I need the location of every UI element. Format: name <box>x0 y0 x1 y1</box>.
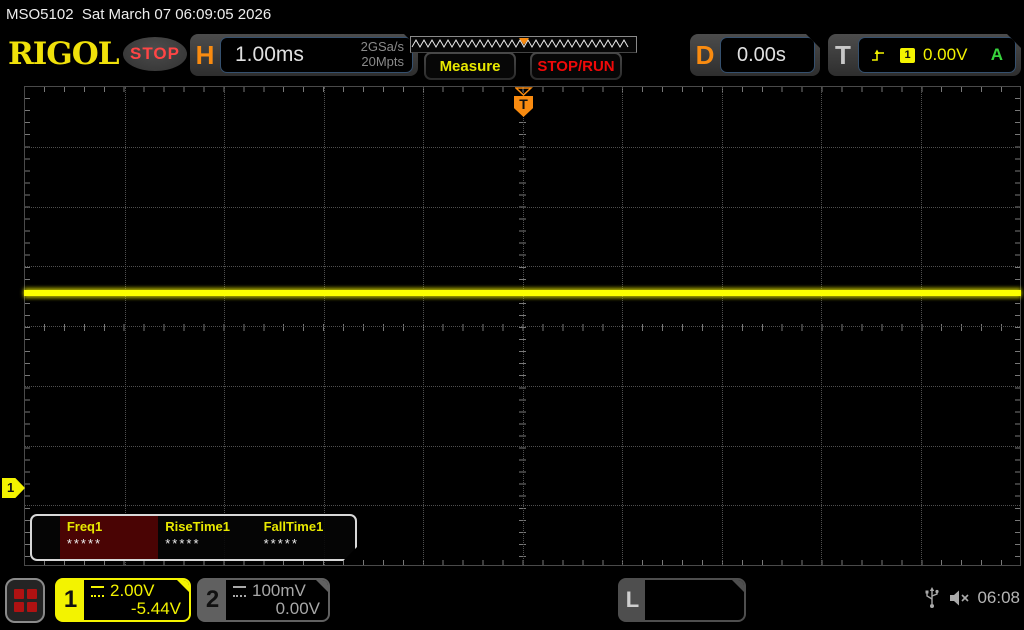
dc-coupling-icon <box>91 585 104 597</box>
channel1-ground-marker[interactable]: 1 <box>2 478 25 498</box>
horizontal-settings-button[interactable]: H 1.00ms 2GSa/s 20Mpts <box>190 34 418 76</box>
channel1-number: 1 <box>63 586 78 613</box>
gridline-horizontal <box>25 445 1020 447</box>
measurement-label: Freq1 <box>66 519 103 534</box>
trigger-settings-button[interactable]: T 1 0.00V A <box>828 34 1021 76</box>
corner-notch <box>316 580 328 592</box>
trigger-position-triangle-icon <box>515 87 533 96</box>
run-state-badge[interactable]: STOP <box>123 37 187 71</box>
channel1-offset: -5.44V <box>130 599 181 618</box>
measure-button-label: Measure <box>426 54 514 78</box>
measurement-value: ***** <box>66 536 103 551</box>
logic-channels-badge[interactable]: L 0 1 2 3 4 5 6 7 8 9 1011 12131415 <box>618 578 746 622</box>
graticule <box>24 86 1021 566</box>
corner-notch <box>732 580 744 592</box>
clock: 06:08 <box>977 588 1020 607</box>
measurement-label: RiseTime1 <box>165 519 230 534</box>
trigger-source-badge: 1 <box>900 48 915 63</box>
speaker-muted-icon <box>950 590 969 606</box>
measurement-results-panel: Freq1 ***** RiseTime1 ***** FallTime1 **… <box>30 514 357 561</box>
rising-edge-icon <box>871 48 886 62</box>
channel2-info: 100mV 0.00V <box>226 580 328 620</box>
stop-run-button-label: STOP/RUN <box>532 54 620 78</box>
channel2-scale: 100mV <box>252 581 306 600</box>
stop-run-button[interactable]: STOP/RUN <box>530 52 622 80</box>
gridline-horizontal <box>25 505 1020 507</box>
menu-grid-icon <box>13 589 37 612</box>
measurement-cell-falltime1[interactable]: FallTime1 ***** <box>257 516 355 559</box>
menu-grid-button[interactable] <box>5 578 45 623</box>
horizontal-label: H <box>195 39 215 70</box>
delay-value: 0.00s <box>737 43 786 66</box>
trigger-mode-auto: A <box>990 45 1003 64</box>
gridline-horizontal <box>25 266 1020 268</box>
memory-depth: 20Mpts <box>361 54 404 69</box>
gridline-horizontal <box>25 206 1020 208</box>
channel1-info: 2.00V -5.44V <box>84 580 189 620</box>
measurement-cell-freq1[interactable]: Freq1 ***** <box>60 516 158 559</box>
measurement-spacer <box>32 516 60 559</box>
trigger-label: T <box>835 39 851 70</box>
timebase-display: 1.00ms 2GSa/s 20Mpts <box>220 37 413 73</box>
status-icons: 06:08 <box>924 585 1020 611</box>
acquisition-info: 2GSa/s 20Mpts <box>361 40 404 70</box>
logic-channel-list: 0 1 2 3 4 5 6 7 8 9 1011 12131415 <box>645 580 744 620</box>
gridline-horizontal <box>25 146 1020 148</box>
gridline-horizontal <box>25 326 1020 327</box>
timebase-value: 1.00ms <box>235 43 304 66</box>
model-and-datetime: MSO5102 Sat March 07 06:09:05 2026 <box>6 6 272 23</box>
gridline-horizontal <box>25 385 1020 387</box>
delay-label: D <box>695 39 715 70</box>
waveform-trace <box>24 290 1021 296</box>
logic-label: L <box>625 587 640 612</box>
channel2-offset: 0.00V <box>275 599 320 618</box>
trigger-display: 1 0.00V A <box>858 37 1016 73</box>
rigol-logo: RIGOL <box>8 36 120 72</box>
preview-trigger-position-icon <box>518 38 529 45</box>
delay-display: 0.00s <box>720 37 815 73</box>
measurement-cell-risetime1[interactable]: RiseTime1 ***** <box>158 516 256 559</box>
measurement-label: FallTime1 <box>263 519 324 534</box>
channel1-waveform[interactable] <box>24 287 1021 299</box>
channel2-number: 2 <box>205 586 220 613</box>
waveform-preview-strip[interactable] <box>410 36 637 53</box>
dc-coupling-icon <box>233 585 246 597</box>
trigger-level-value: 0.00V <box>923 45 968 64</box>
channel2-badge[interactable]: 2 100mV 0.00V <box>197 578 330 622</box>
measurement-value: ***** <box>263 536 299 551</box>
delay-settings-button[interactable]: D 0.00s <box>690 34 820 76</box>
corner-notch <box>177 580 189 592</box>
header-bar: RIGOL STOP H 1.00ms 2GSa/s 20Mpts Measur… <box>0 30 1024 82</box>
measure-button[interactable]: Measure <box>424 52 516 80</box>
channel1-badge[interactable]: 1 2.00V -5.44V <box>55 578 191 622</box>
channel1-scale: 2.00V <box>110 581 155 600</box>
usb-icon <box>925 587 939 608</box>
sample-rate: 2GSa/s <box>360 39 404 55</box>
measurement-value: ***** <box>165 536 201 551</box>
